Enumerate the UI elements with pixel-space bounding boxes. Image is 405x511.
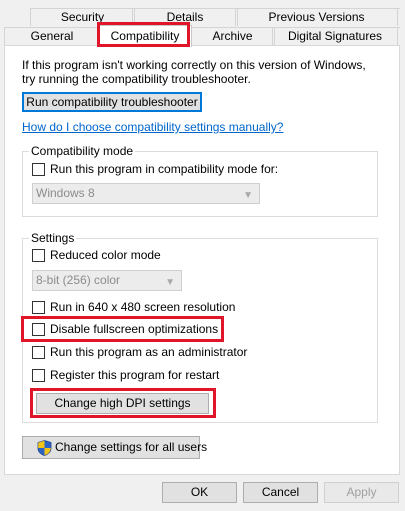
run-as-admin-label[interactable]: Run this program as an administrator xyxy=(50,345,247,359)
tab-details[interactable]: Details xyxy=(132,8,238,26)
chevron-down-icon: ▼ xyxy=(165,277,175,288)
settings-legend: Settings xyxy=(29,231,77,245)
tab-previous-versions[interactable]: Previous Versions xyxy=(235,8,398,26)
compatibility-os-select[interactable]: Windows 8 ▼ xyxy=(32,183,260,204)
apply-button[interactable]: Apply xyxy=(324,482,399,503)
compatibility-mode-legend: Compatibility mode xyxy=(29,144,136,158)
run-troubleshooter-button[interactable]: Run compatibility troubleshooter xyxy=(22,92,202,112)
tab-compatibility[interactable]: Compatibility xyxy=(98,25,192,47)
tab-general[interactable]: General xyxy=(4,27,100,45)
tab-archive[interactable]: Archive xyxy=(190,27,275,45)
compatibility-os-value: Windows 8 xyxy=(36,186,95,200)
help-link[interactable]: How do I choose compatibility settings m… xyxy=(22,120,283,134)
resolution-640-checkbox[interactable] xyxy=(32,301,45,314)
fullscreen-optimizations-checkbox[interactable] xyxy=(32,323,45,336)
cancel-button[interactable]: Cancel xyxy=(243,482,318,503)
tab-security[interactable]: Security xyxy=(30,8,135,26)
intro-line-1: If this program isn't working correctly … xyxy=(22,58,366,72)
reduced-color-label[interactable]: Reduced color mode xyxy=(50,248,161,262)
all-users-label: Change settings for all users xyxy=(55,440,208,454)
color-depth-value: 8-bit (256) color xyxy=(36,273,121,287)
register-restart-label[interactable]: Register this program for restart xyxy=(50,368,219,382)
color-depth-select[interactable]: 8-bit (256) color ▼ xyxy=(32,270,182,291)
fullscreen-optimizations-label[interactable]: Disable fullscreen optimizations xyxy=(50,322,218,336)
tab-digital-signatures[interactable]: Digital Signatures xyxy=(272,27,398,45)
shield-icon xyxy=(37,440,52,456)
resolution-640-label[interactable]: Run in 640 x 480 screen resolution xyxy=(50,300,235,314)
compatibility-mode-label[interactable]: Run this program in compatibility mode f… xyxy=(50,162,278,176)
ok-button[interactable]: OK xyxy=(162,482,237,503)
chevron-down-icon: ▼ xyxy=(243,190,253,201)
register-restart-checkbox[interactable] xyxy=(32,369,45,382)
change-high-dpi-button[interactable]: Change high DPI settings xyxy=(36,393,209,414)
compatibility-mode-checkbox[interactable] xyxy=(32,163,45,176)
intro-line-2: try running the compatibility troublesho… xyxy=(22,72,251,86)
run-as-admin-checkbox[interactable] xyxy=(32,346,45,359)
reduced-color-checkbox[interactable] xyxy=(32,249,45,262)
change-settings-all-users-button[interactable]: Change settings for all users xyxy=(22,436,207,459)
